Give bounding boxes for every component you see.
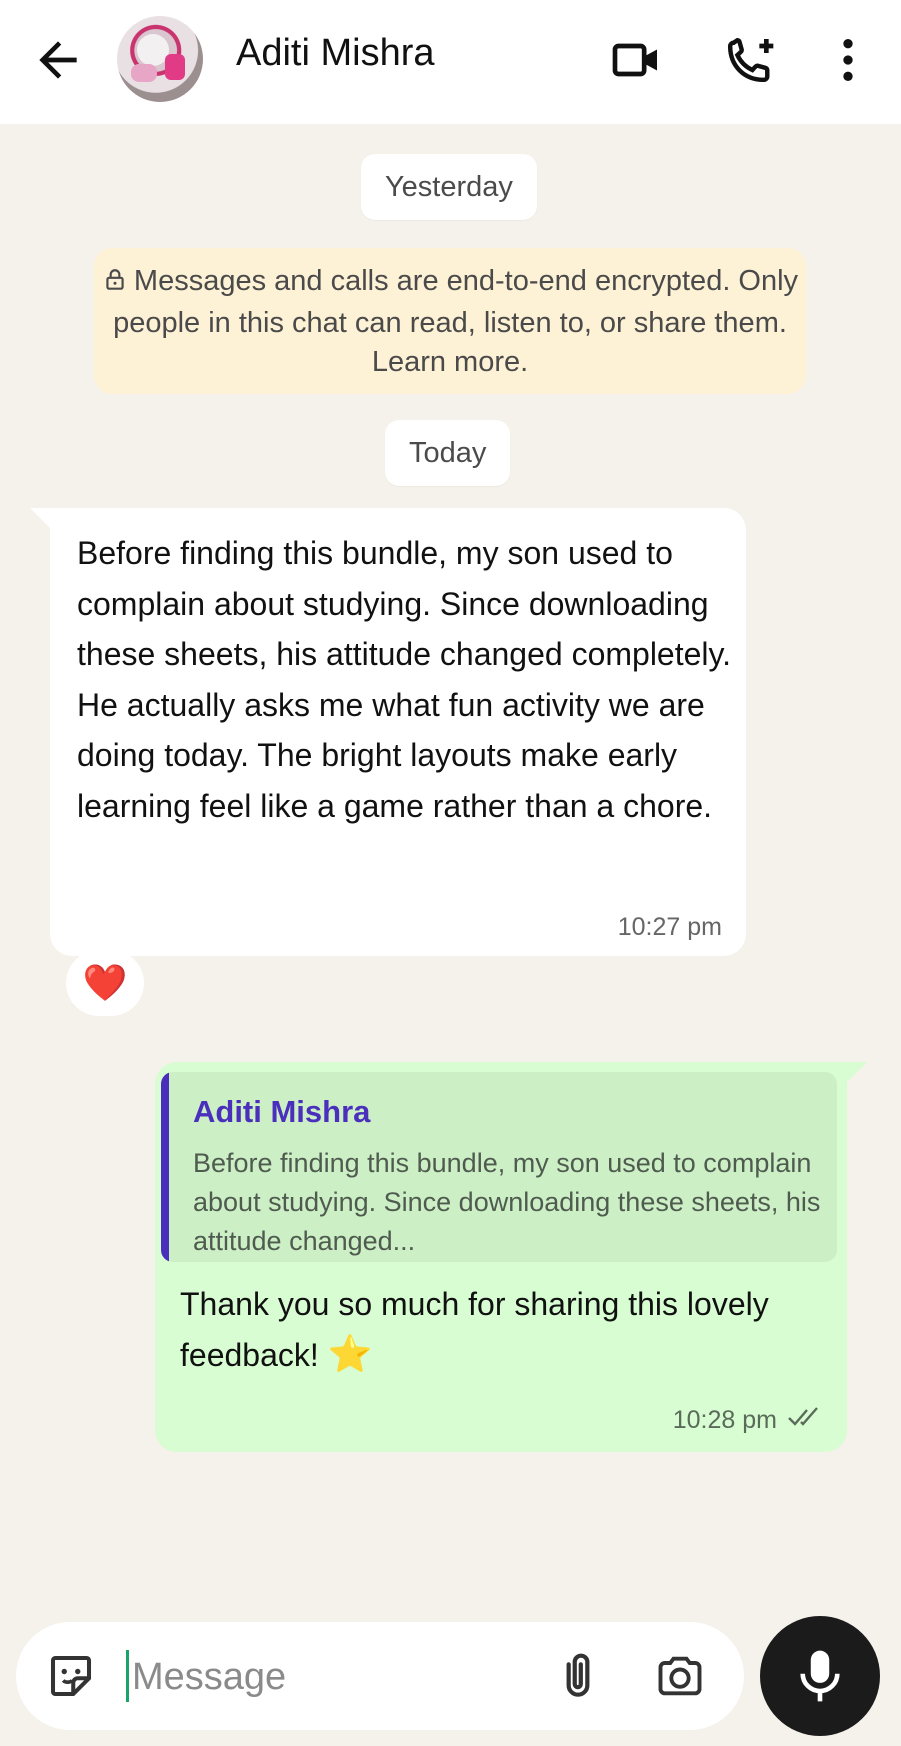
text-caret — [126, 1650, 129, 1702]
back-arrow-icon[interactable] — [30, 32, 86, 88]
video-call-icon[interactable] — [608, 32, 664, 88]
mic-button[interactable] — [760, 1616, 880, 1736]
sticker-icon[interactable] — [44, 1649, 98, 1703]
encryption-notice[interactable]: Messages and calls are end-to-end encryp… — [94, 248, 806, 394]
camera-icon[interactable] — [652, 1650, 708, 1702]
bubble-tail — [847, 1062, 867, 1082]
lock-icon — [102, 265, 128, 304]
star-emoji: ⭐ — [327, 1333, 373, 1374]
message-time: 10:27 pm — [617, 913, 722, 941]
date-separator: Today — [385, 420, 511, 486]
message-text: Before finding this bundle, my son used … — [77, 535, 732, 824]
avatar[interactable] — [117, 16, 203, 102]
message-text-container: Thank you so much for sharing this lovel… — [180, 1280, 820, 1380]
quote-accent-bar — [161, 1072, 169, 1262]
bubble-tail — [30, 508, 50, 528]
heart-reaction-icon[interactable]: ❤️ — [66, 950, 144, 1016]
message-composer — [16, 1622, 744, 1730]
quoted-message[interactable]: Aditi Mishra Before finding this bundle,… — [161, 1072, 837, 1262]
message-time: 10:28 pm — [672, 1406, 777, 1434]
add-call-icon[interactable] — [722, 32, 778, 88]
more-options-icon[interactable] — [820, 32, 876, 88]
message-text: Thank you so much for sharing this lovel… — [180, 1286, 769, 1373]
mic-icon — [800, 1650, 840, 1702]
chat-header: Aditi Mishra — [0, 0, 901, 124]
incoming-message[interactable]: Before finding this bundle, my son used … — [50, 508, 746, 956]
message-input[interactable] — [130, 1642, 494, 1712]
contact-name[interactable]: Aditi Mishra — [236, 32, 435, 75]
outgoing-message[interactable]: Aditi Mishra Before finding this bundle,… — [155, 1062, 847, 1452]
quote-text: Before finding this bundle, my son used … — [193, 1148, 821, 1256]
attach-icon[interactable] — [550, 1648, 606, 1704]
message-meta: 10:28 pm — [673, 1405, 827, 1436]
date-separator: Yesterday — [361, 154, 537, 220]
encryption-text: Messages and calls are end-to-end encryp… — [113, 265, 799, 378]
quote-author: Aditi Mishra — [193, 1094, 371, 1129]
double-check-icon — [787, 1405, 827, 1436]
